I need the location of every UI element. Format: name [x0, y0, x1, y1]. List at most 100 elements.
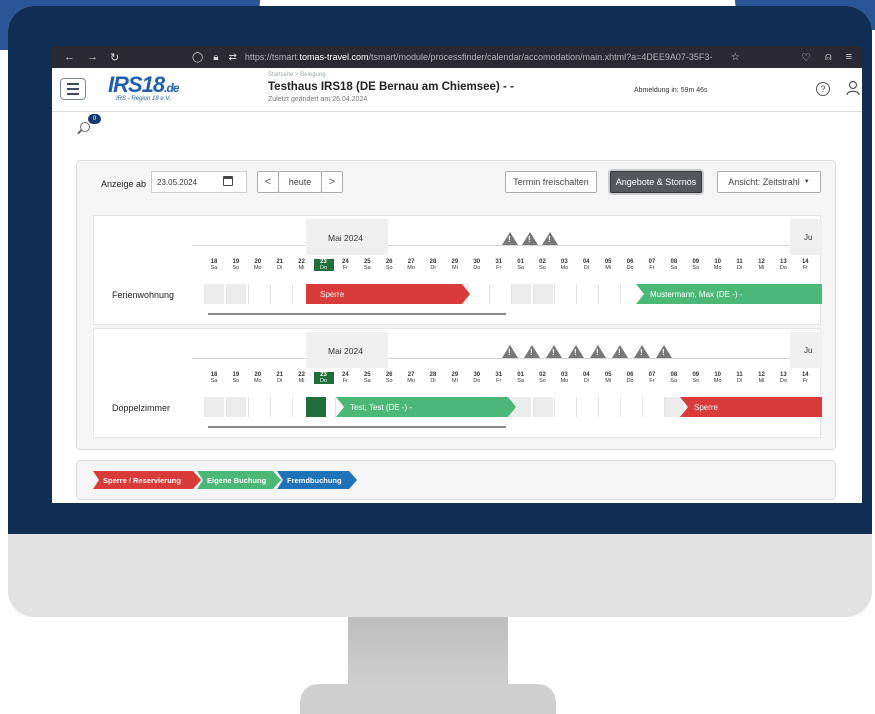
today-button[interactable]: heute	[278, 171, 322, 193]
warning-icon[interactable]	[522, 232, 538, 245]
day-cell[interactable]	[532, 397, 553, 417]
day-header: 02 So	[539, 259, 546, 271]
day-cell[interactable]	[269, 397, 290, 417]
warning-icon[interactable]	[590, 345, 606, 358]
hamburger-menu-button[interactable]	[60, 78, 86, 100]
view-select[interactable]: Ansicht: Zeitstrahl ▼	[717, 171, 821, 193]
day-cell[interactable]	[554, 284, 574, 304]
monitor-bezel: ← → ↻ ◯ 🔒︎ ⇄ https://tsmart.tomas-travel…	[8, 6, 872, 534]
search-button[interactable]: 0	[80, 112, 110, 136]
day-header: 19 So	[232, 259, 240, 271]
day-cell[interactable]	[598, 397, 618, 417]
screen: ← → ↻ ◯ 🔒︎ ⇄ https://tsmart.tomas-travel…	[52, 46, 862, 503]
warning-icon[interactable]	[502, 345, 518, 358]
display-from-label: Anzeige ab	[101, 179, 147, 189]
calendar-icon[interactable]	[223, 176, 233, 186]
warning-icon[interactable]	[656, 345, 672, 358]
day-header: 24 Fr	[342, 259, 349, 271]
day-header: 04 Di	[582, 259, 590, 271]
account-icon[interactable]: ⍝	[825, 51, 832, 64]
monitor-frame: ← → ↻ ◯ 🔒︎ ⇄ https://tsmart.tomas-travel…	[8, 6, 872, 617]
day-cell[interactable]	[620, 397, 640, 417]
search-count-badge: 0	[88, 114, 101, 124]
day-header: 30 Do	[473, 372, 481, 384]
day-header: 31 Fr	[495, 372, 503, 384]
unlock-appointment-button[interactable]: Termin freischalten	[505, 171, 597, 193]
offers-cancellations-button[interactable]: Angebote & Stornos	[610, 171, 702, 193]
today-cell[interactable]	[306, 397, 326, 417]
warning-icon[interactable]	[634, 345, 650, 358]
room-name[interactable]: Ferienwohnung	[112, 290, 174, 300]
legend-external-booking: Fremdbuchung	[277, 471, 357, 489]
day-header: 03 Mo	[560, 259, 569, 271]
day-cell[interactable]	[663, 397, 684, 417]
booking-bar[interactable]: Sperre	[306, 284, 470, 304]
permissions-icon[interactable]: ⇄	[229, 52, 237, 63]
day-header: 27 Mo	[407, 259, 415, 271]
forward-icon[interactable]: →	[87, 51, 98, 64]
lock-icon[interactable]: 🔒︎	[213, 52, 218, 63]
day-cell[interactable]	[576, 397, 596, 417]
bookmark-star-icon[interactable]: ☆	[731, 52, 740, 63]
day-cell[interactable]	[576, 284, 596, 304]
day-cell[interactable]	[598, 284, 618, 304]
help-icon[interactable]: ?	[816, 82, 830, 96]
shield-icon[interactable]: ◯	[192, 52, 203, 63]
menu-icon[interactable]: ≡	[846, 51, 852, 64]
day-header: 26 So	[385, 372, 393, 384]
reload-icon[interactable]: ↻	[110, 51, 119, 64]
day-cell[interactable]	[510, 284, 531, 304]
day-header: 01 Sa	[517, 372, 524, 384]
day-header: 07 Fr	[648, 372, 656, 384]
day-header: 13 Do	[779, 259, 787, 271]
day-header: 20 Mo	[253, 372, 262, 384]
logo[interactable]: IRS18.de IRS - Region 18 e.V.	[108, 72, 180, 102]
day-header: 04 Di	[582, 372, 590, 384]
next-button[interactable]: >	[321, 171, 343, 193]
warning-icon[interactable]	[524, 345, 540, 358]
day-cell[interactable]	[620, 284, 640, 304]
month-label: Ju	[804, 346, 813, 355]
booking-bar[interactable]: Sperre	[680, 397, 822, 417]
month-label: Mai 2024	[328, 233, 363, 243]
prev-button[interactable]: <	[257, 171, 279, 193]
warning-icon[interactable]	[546, 345, 562, 358]
back-icon[interactable]: ←	[64, 51, 75, 64]
day-header: 29 Mi	[451, 372, 459, 384]
breadcrumb[interactable]: Startseite > Belegung	[268, 72, 326, 78]
warning-icon[interactable]	[502, 232, 518, 245]
room-name[interactable]: Doppelzimmer	[112, 403, 170, 413]
warning-icon[interactable]	[568, 345, 584, 358]
day-header: 30 Do	[473, 259, 481, 271]
day-cell[interactable]	[269, 284, 290, 304]
legend: Sperre / Reservierung Eigene Buchung Fre…	[76, 460, 836, 500]
booking-bar[interactable]: Test, Test (DE -) -	[336, 397, 516, 417]
day-cell[interactable]	[225, 397, 246, 417]
day-cell[interactable]	[204, 397, 224, 417]
pocket-icon[interactable]: ♡	[801, 51, 811, 64]
day-cell[interactable]	[225, 284, 246, 304]
url-bar[interactable]: https://tsmart.tomas-travel.com/tsmart/m…	[245, 52, 725, 62]
user-icon[interactable]	[846, 80, 860, 96]
day-cell[interactable]	[247, 284, 268, 304]
day-cell[interactable]	[488, 284, 509, 304]
day-header: 25 Sa	[363, 259, 371, 271]
day-header: 05 Mi	[604, 372, 612, 384]
booking-bar[interactable]: Mustermann, Max (DE -) -	[636, 284, 822, 304]
day-header: 13 Do	[779, 372, 787, 384]
scrollbar[interactable]	[208, 426, 506, 428]
day-header: 09 So	[692, 259, 700, 271]
warning-icon[interactable]	[542, 232, 558, 245]
day-cell[interactable]	[554, 397, 574, 417]
scrollbar[interactable]	[208, 313, 506, 315]
day-cell[interactable]	[204, 284, 224, 304]
day-header: 22 Mi	[298, 372, 305, 384]
month-label: Mai 2024	[328, 346, 363, 356]
day-cell[interactable]	[247, 397, 268, 417]
day-header: 10 Mo	[713, 259, 722, 271]
day-cell[interactable]	[532, 284, 553, 304]
day-header: 12 Mi	[758, 372, 765, 384]
day-header: 02 So	[539, 372, 546, 384]
warning-icon[interactable]	[612, 345, 628, 358]
day-cell[interactable]	[642, 397, 662, 417]
